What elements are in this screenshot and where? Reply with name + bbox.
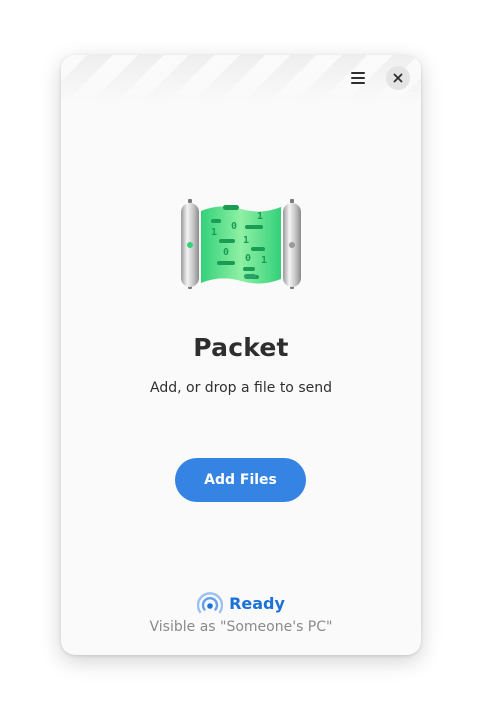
close-button[interactable] [386, 66, 410, 90]
svg-text:0: 0 [245, 253, 251, 264]
device-visibility-text: Visible as "Someone's PC" [149, 619, 333, 635]
main-menu-button[interactable] [345, 66, 371, 90]
packet-data-roller-icon: 1 1 0 1 0 0 1 [181, 199, 301, 289]
status-text: Ready [229, 593, 285, 613]
broadcast-signal-icon [197, 592, 224, 614]
svg-text:1: 1 [261, 255, 267, 266]
app-subtitle: Add, or drop a file to send [150, 380, 332, 396]
app-window: 1 1 0 1 0 0 1 Packet Add, or drop a file… [61, 55, 421, 655]
add-files-button[interactable]: Add Files [175, 458, 306, 502]
svg-text:1: 1 [243, 235, 249, 246]
svg-text:1: 1 [211, 227, 217, 238]
svg-text:1: 1 [257, 211, 263, 222]
app-title: Packet [193, 333, 289, 362]
svg-text:0: 0 [231, 221, 237, 232]
status-row: Ready [61, 591, 421, 615]
close-icon [393, 73, 403, 83]
hamburger-menu-icon [351, 72, 365, 84]
svg-text:0: 0 [223, 247, 229, 258]
